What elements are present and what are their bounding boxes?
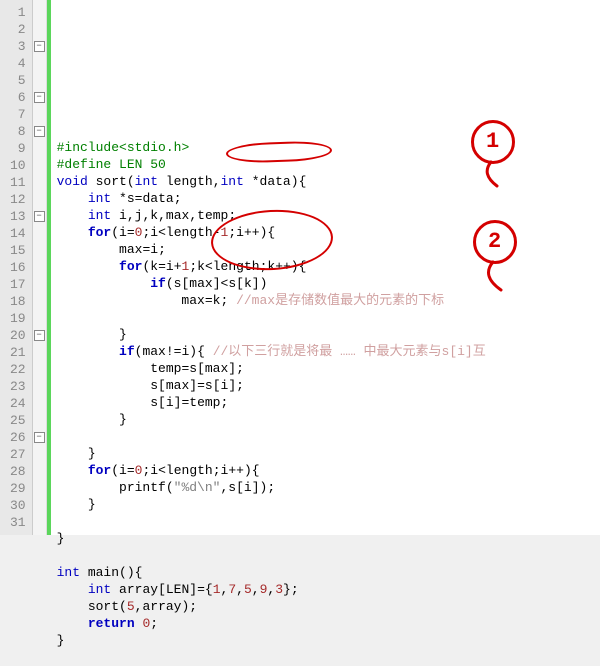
code-area[interactable]: 1 2 #include<stdio.h>#define LEN 50void … [51, 0, 600, 535]
line-number: 7 [10, 106, 26, 123]
code-line[interactable]: temp=s[max]; [57, 360, 600, 377]
line-number: 5 [10, 72, 26, 89]
line-number: 18 [10, 293, 26, 310]
line-number: 14 [10, 225, 26, 242]
line-number: 11 [10, 174, 26, 191]
line-number: 1 [10, 4, 26, 21]
line-number: 9 [10, 140, 26, 157]
code-line[interactable] [57, 428, 600, 445]
fold-toggle[interactable]: − [34, 211, 45, 222]
line-number: 13 [10, 208, 26, 225]
line-number: 6 [10, 89, 26, 106]
code-line[interactable]: } [57, 496, 600, 513]
code-line[interactable]: #define LEN 50 [57, 156, 600, 173]
code-line[interactable]: } [57, 632, 600, 649]
code-line[interactable]: int *s=data; [57, 190, 600, 207]
code-editor: 1234567891011121314151617181920212223242… [0, 0, 600, 535]
code-line[interactable]: printf("%d\n",s[i]); [57, 479, 600, 496]
code-line[interactable]: } [57, 411, 600, 428]
code-line[interactable]: } [57, 530, 600, 547]
code-line[interactable]: int main(){ [57, 564, 600, 581]
code-line[interactable]: sort(5,array); [57, 598, 600, 615]
line-number: 10 [10, 157, 26, 174]
code-line[interactable]: if(s[max]<s[k]) [57, 275, 600, 292]
line-number: 28 [10, 463, 26, 480]
line-number: 16 [10, 259, 26, 276]
fold-column: − − − − − − [33, 0, 47, 535]
line-number: 17 [10, 276, 26, 293]
line-number: 29 [10, 480, 26, 497]
code-line[interactable] [57, 649, 600, 666]
line-number: 15 [10, 242, 26, 259]
code-line[interactable]: } [57, 445, 600, 462]
line-number: 30 [10, 497, 26, 514]
line-number: 8 [10, 123, 26, 140]
line-number: 12 [10, 191, 26, 208]
line-number: 21 [10, 344, 26, 361]
code-line[interactable] [57, 309, 600, 326]
code-line[interactable]: for(k=i+1;k<length;k++){ [57, 258, 600, 275]
line-number: 2 [10, 21, 26, 38]
line-number: 3 [10, 38, 26, 55]
code-line[interactable]: s[i]=temp; [57, 394, 600, 411]
code-line[interactable]: max=i; [57, 241, 600, 258]
line-number: 20 [10, 327, 26, 344]
line-number: 27 [10, 446, 26, 463]
fold-toggle[interactable]: − [34, 92, 45, 103]
code-line[interactable]: int array[LEN]={1,7,5,9,3}; [57, 581, 600, 598]
code-line[interactable]: for(i=0;i<length-1;i++){ [57, 224, 600, 241]
line-number: 31 [10, 514, 26, 531]
code-line[interactable]: } [57, 326, 600, 343]
code-line[interactable]: if(max!=i){ //以下三行就是将最 …… 中最大元素与s[i]互 [57, 343, 600, 360]
fold-toggle[interactable]: − [34, 41, 45, 52]
code-line[interactable]: s[max]=s[i]; [57, 377, 600, 394]
fold-toggle[interactable]: − [34, 126, 45, 137]
line-number: 25 [10, 412, 26, 429]
line-number: 19 [10, 310, 26, 327]
code-line[interactable]: int i,j,k,max,temp; [57, 207, 600, 224]
code-line[interactable]: for(i=0;i<length;i++){ [57, 462, 600, 479]
code-line[interactable] [57, 547, 600, 564]
fold-toggle[interactable]: − [34, 330, 45, 341]
code-line[interactable]: return 0; [57, 615, 600, 632]
fold-toggle[interactable]: − [34, 432, 45, 443]
line-number: 26 [10, 429, 26, 446]
line-number: 4 [10, 55, 26, 72]
code-line[interactable]: #include<stdio.h> [57, 139, 600, 156]
line-number-gutter: 1234567891011121314151617181920212223242… [0, 0, 33, 535]
line-number: 23 [10, 378, 26, 395]
code-line[interactable] [57, 513, 600, 530]
line-number: 22 [10, 361, 26, 378]
line-number: 24 [10, 395, 26, 412]
code-line[interactable]: max=k; //max是存储数值最大的元素的下标 [57, 292, 600, 309]
code-line[interactable]: void sort(int length,int *data){ [57, 173, 600, 190]
